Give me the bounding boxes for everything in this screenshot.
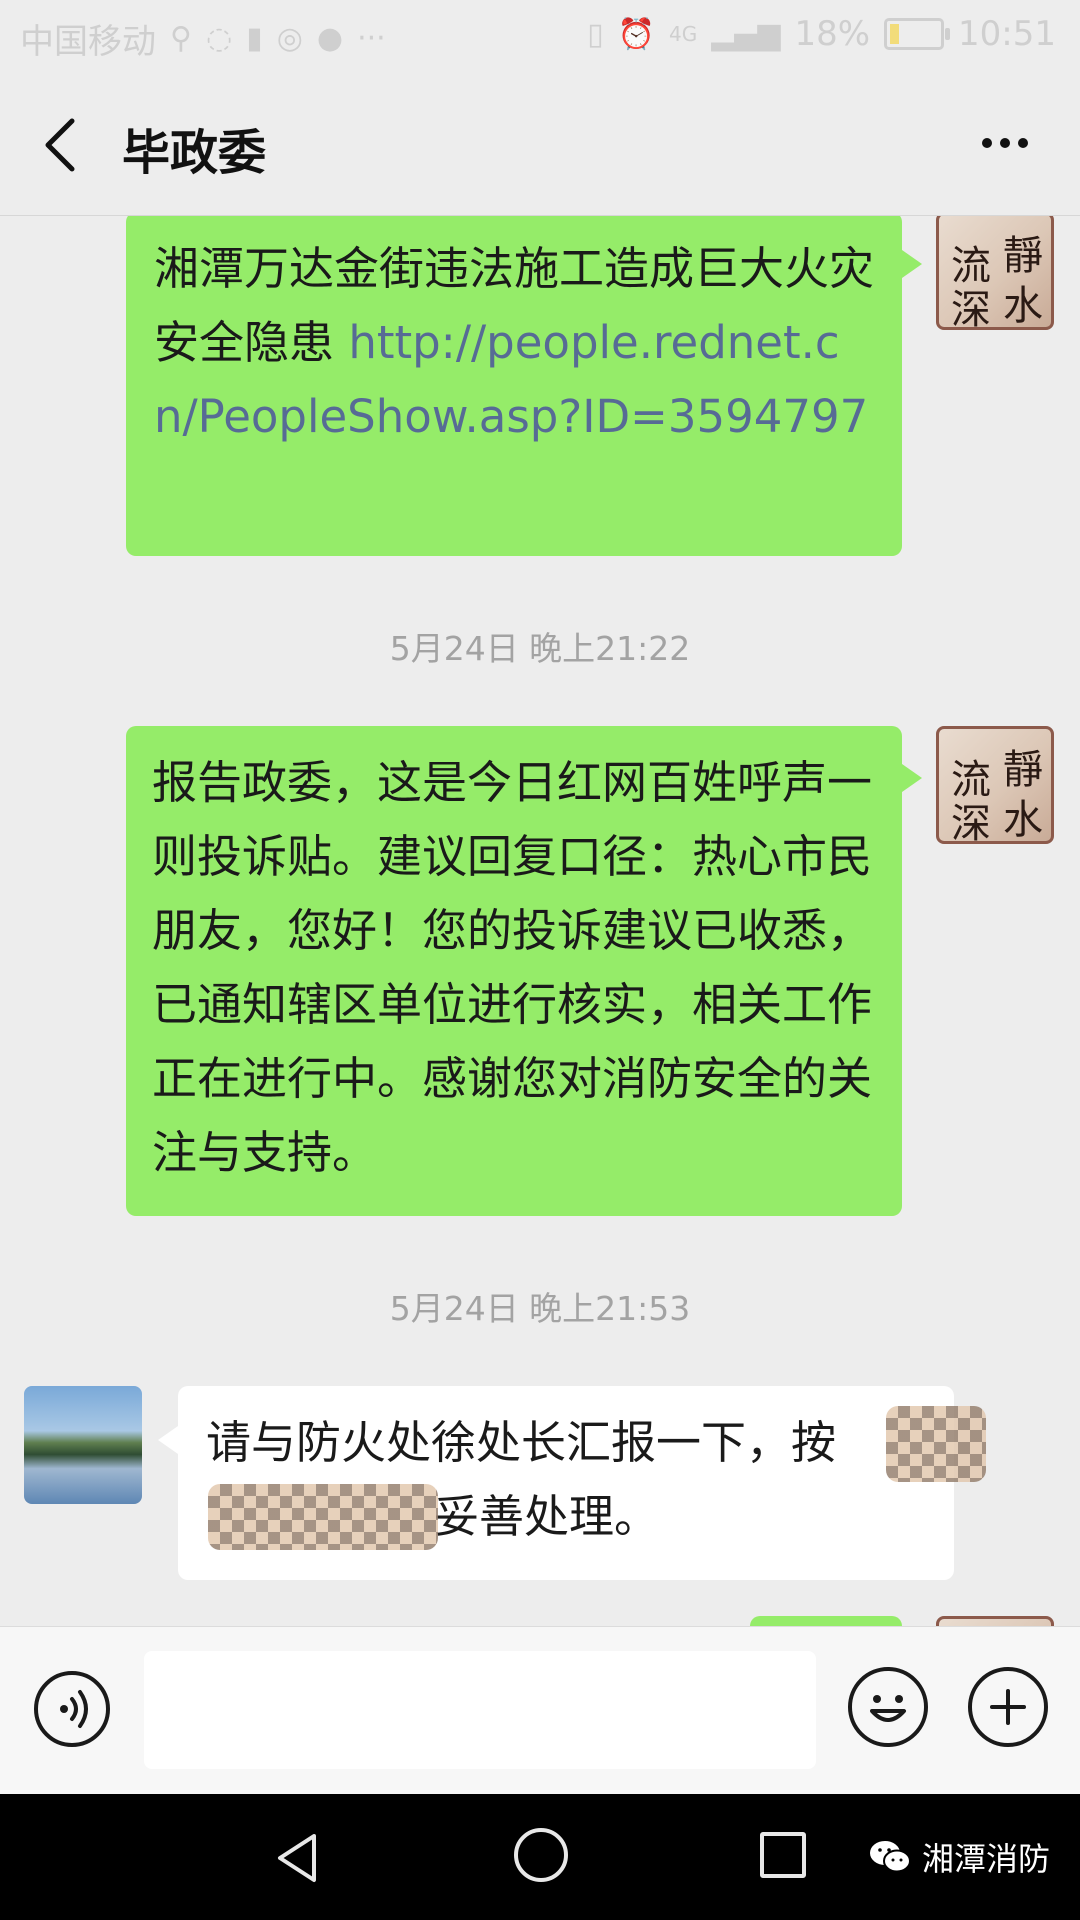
contact-avatar[interactable] <box>24 1386 142 1504</box>
nav-recent-apps-button[interactable] <box>760 1832 806 1878</box>
triangle-back-icon <box>278 1834 316 1882</box>
message-list[interactable]: 湘潭万达金街违法施工造成巨大火灾安全隐患 http://people.redne… <box>0 216 1080 1626</box>
status-bar: 中国移动 ⚲ ◌ ▮ ◎ ● ··· ▯ ⏰ 4G ▂▄▆ 18% 10:51 <box>0 0 1080 75</box>
nav-home-button[interactable] <box>514 1828 568 1882</box>
voice-icon <box>60 1690 88 1728</box>
plus-icon <box>990 1689 1026 1725</box>
chat-title: 毕政委 <box>122 125 267 181</box>
chat-header: 毕政委 <box>0 75 1080 215</box>
voice-button[interactable] <box>34 1671 110 1747</box>
self-avatar[interactable]: 靜 水 流 深 <box>936 216 1054 330</box>
chevron-left-icon <box>45 118 75 172</box>
more-dots-icon <box>982 138 1028 148</box>
watermark-label: 湘潭消防 <box>921 1840 1050 1878</box>
wechat-icon <box>869 1841 911 1873</box>
search-icon: ⚲ <box>170 21 192 56</box>
message-text-line2: 妥善处理。 <box>434 1490 660 1543</box>
alarm-icon: ⏰ <box>617 16 655 52</box>
app-icon: ◎ <box>276 21 303 56</box>
message-input[interactable] <box>144 1651 816 1769</box>
back-button[interactable] <box>38 115 88 175</box>
incoming-message-bubble[interactable]: 请与防火处徐处长汇报一下，按 妥善处理。 <box>158 1386 986 1580</box>
carrier-label: 中国移动 <box>20 22 156 62</box>
signal-icon: ▂▄▆ <box>711 16 781 52</box>
message-text-line1: 请与防火处徐处长汇报一下，按 <box>206 1416 837 1469</box>
clock: 10:51 <box>958 14 1056 54</box>
network-label: 4G <box>668 22 698 46</box>
message-timestamp: 5月24日 晚上21:53 <box>389 1289 691 1328</box>
redacted-region <box>886 1406 986 1482</box>
input-bar <box>0 1626 1080 1795</box>
outgoing-message-bubble[interactable]: 湘潭万达金街违法施工造成巨大火灾安全隐患 http://people.redne… <box>126 216 922 556</box>
chat-icon: ● <box>316 21 344 56</box>
plus-button[interactable] <box>968 1667 1048 1747</box>
message-text: 报告政委，这是今日红网百姓呼声一则投诉贴。建议回复口径：热心市民朋友，您好！您的… <box>152 756 873 1179</box>
battery-icon <box>884 18 951 50</box>
system-nav-bar: 湘潭消防 <box>0 1794 1080 1920</box>
emoji-button[interactable] <box>848 1667 928 1747</box>
vibrate-icon: ▯ <box>587 16 604 52</box>
loading-icon: ◌ <box>205 21 233 56</box>
emoji-icon <box>870 1695 906 1722</box>
more-button[interactable] <box>970 123 1040 163</box>
watermark: 湘潭消防 <box>868 1834 1050 1880</box>
chat-screen: 中国移动 ⚲ ◌ ▮ ◎ ● ··· ▯ ⏰ 4G ▂▄▆ 18% 10:51 … <box>0 0 1080 1920</box>
message-timestamp: 5月24日 晚上21:22 <box>389 629 691 668</box>
redacted-region <box>208 1484 438 1550</box>
outgoing-message-bubble[interactable] <box>750 1616 902 1626</box>
battery-percent: 18% <box>794 14 871 54</box>
notification-icon: ▮ <box>246 21 263 56</box>
more-notifications-icon: ··· <box>357 21 386 56</box>
nav-back-button[interactable] <box>270 1828 330 1888</box>
self-avatar[interactable] <box>936 1616 1054 1626</box>
self-avatar[interactable]: 靜 水 流 深 <box>936 726 1054 844</box>
outgoing-message-bubble[interactable]: 报告政委，这是今日红网百姓呼声一则投诉贴。建议回复口径：热心市民朋友，您好！您的… <box>126 726 922 1216</box>
